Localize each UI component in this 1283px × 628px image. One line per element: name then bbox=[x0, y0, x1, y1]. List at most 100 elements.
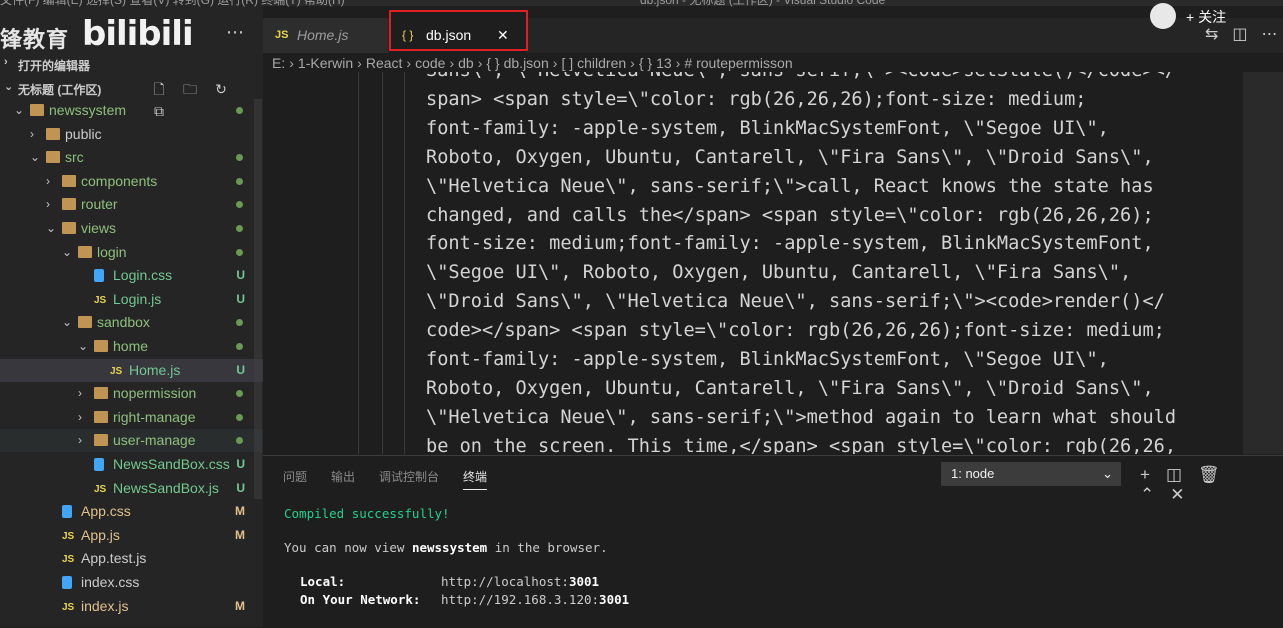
tree-item-label: NewsSandBox.css bbox=[113, 456, 230, 472]
tab-home-js[interactable]: JS Home.js bbox=[263, 18, 388, 53]
tree-item[interactable]: › nopermission bbox=[0, 382, 263, 405]
tree-item[interactable]: ⌄ login bbox=[0, 241, 263, 264]
follow-label[interactable]: + 关注 bbox=[1186, 7, 1226, 27]
split-terminal-icon[interactable]: ◫ bbox=[1166, 465, 1182, 484]
chevron-right-icon[interactable]: › bbox=[46, 193, 50, 216]
tree-item[interactable]: index.css bbox=[0, 571, 263, 594]
chevron-right-icon[interactable]: › bbox=[46, 170, 50, 193]
code-line: span> <span style=\"color: rgb(26,26,26)… bbox=[426, 88, 1087, 110]
tree-item-label: right-manage bbox=[113, 408, 196, 425]
js-file-icon: JS bbox=[110, 365, 123, 377]
tree-item-label: App.css bbox=[81, 503, 131, 520]
tab-debug-console[interactable]: 调试控制台 bbox=[379, 470, 439, 484]
tree-item[interactable]: › right-manage bbox=[0, 406, 263, 429]
js-file-icon: JS bbox=[62, 530, 75, 542]
breadcrumb-item[interactable]: 1-Kerwin bbox=[298, 55, 353, 71]
git-status-dot bbox=[236, 107, 243, 114]
tab-output[interactable]: 输出 bbox=[331, 470, 355, 484]
code-line: \"Helvetica Neue\", sans-serif;\">method… bbox=[426, 406, 1177, 428]
avatar bbox=[1150, 3, 1176, 29]
terminal-select[interactable]: 1: node ⌄ bbox=[941, 462, 1121, 486]
js-file-icon: JS bbox=[275, 29, 289, 41]
tree-item[interactable]: App.css M bbox=[0, 500, 263, 523]
code-line: changed, and calls the</span> <span styl… bbox=[426, 204, 1154, 226]
tree-item-label: index.css bbox=[81, 574, 140, 590]
sidebar-scrollbar[interactable] bbox=[254, 99, 262, 499]
breadcrumb-item[interactable]: children bbox=[577, 55, 626, 71]
breadcrumb-item[interactable]: 13 bbox=[656, 55, 672, 71]
tree-item[interactable]: ⌄ newssystem bbox=[0, 99, 263, 122]
chevron-right-icon: › bbox=[4, 56, 8, 68]
tree-item[interactable]: JS NewsSandBox.js U bbox=[0, 477, 263, 500]
breadcrumb-item[interactable]: db bbox=[458, 55, 474, 71]
git-status-badge: U bbox=[236, 362, 245, 377]
tree-item[interactable]: NewsSandBox.css U bbox=[0, 453, 263, 476]
tree-item[interactable]: JS index.js M bbox=[0, 595, 263, 618]
chevron-right-icon[interactable]: › bbox=[78, 382, 82, 405]
tree-item[interactable]: › components bbox=[0, 170, 263, 193]
git-status-badge: U bbox=[236, 268, 245, 283]
tree-item[interactable]: › user-manage bbox=[0, 429, 263, 453]
chevron-down-icon[interactable]: ⌄ bbox=[14, 99, 24, 122]
tab-terminal[interactable]: 终端 bbox=[463, 470, 488, 490]
breadcrumb-item[interactable]: [ ] bbox=[561, 55, 573, 71]
highlight-box bbox=[389, 10, 528, 51]
tree-item[interactable]: JS Login.js U bbox=[0, 288, 263, 311]
follow-widget[interactable]: + 关注 bbox=[1150, 3, 1283, 29]
tree-item-label: Login.js bbox=[113, 290, 162, 307]
tree-item[interactable]: ⌄ views bbox=[0, 217, 263, 240]
git-status-dot bbox=[236, 248, 243, 256]
tree-item[interactable]: ⌄ src bbox=[0, 146, 263, 169]
breadcrumb-item[interactable]: routepermisson bbox=[696, 55, 793, 71]
breadcrumb-item: › bbox=[630, 55, 635, 71]
breadcrumb-item[interactable]: # bbox=[684, 55, 692, 71]
bilibili-logo: bilibili bbox=[82, 14, 194, 54]
breadcrumb-item[interactable]: E: bbox=[272, 55, 285, 71]
git-status-badge: M bbox=[235, 527, 245, 542]
breadcrumb-item[interactable]: { } bbox=[486, 55, 499, 71]
tab-label: Home.js bbox=[297, 27, 349, 43]
tree-item-label: NewsSandBox.js bbox=[113, 479, 219, 496]
breadcrumb-item[interactable]: code bbox=[415, 55, 445, 71]
breadcrumb-item[interactable]: db.json bbox=[504, 55, 549, 71]
tree-item[interactable]: JS App.test.js bbox=[0, 547, 263, 570]
chevron-down-icon[interactable]: ⌄ bbox=[30, 146, 40, 169]
plus-icon[interactable]: + bbox=[1140, 465, 1150, 484]
tree-item[interactable]: ⌄ sandbox bbox=[0, 311, 263, 334]
window-title: db.json - 无标题 (工作区) - Visual Studio Code bbox=[640, 0, 886, 7]
chevron-down-icon[interactable]: ⌄ bbox=[62, 311, 72, 334]
tree-item-label: src bbox=[65, 149, 84, 166]
tree-item[interactable]: JS Home.js U bbox=[0, 358, 263, 382]
menu-items[interactable]: 文件(F) 编辑(E) 选择(S) 查看(V) 转到(G) 运行(R) 终端(T… bbox=[0, 0, 345, 8]
breadcrumb-item[interactable]: React bbox=[366, 55, 403, 71]
code-editor[interactable]: Sans\", \"Helvetica Neue\", sans-serif;\… bbox=[263, 72, 1283, 454]
chevron-up-icon[interactable]: ⌃ bbox=[1140, 485, 1154, 504]
tree-item[interactable]: Login.css U bbox=[0, 264, 263, 287]
chevron-down-icon[interactable]: ⌄ bbox=[78, 335, 88, 358]
tree-item[interactable]: › public bbox=[0, 123, 263, 146]
trash-icon[interactable]: 🗑 bbox=[1198, 465, 1220, 484]
chevron-right-icon[interactable]: › bbox=[30, 123, 34, 146]
tree-item[interactable]: › router bbox=[0, 193, 263, 216]
breadcrumb-item[interactable]: { } bbox=[639, 55, 652, 71]
git-status-dot bbox=[236, 343, 243, 350]
terminal-select-value: 1: node bbox=[951, 466, 995, 481]
chevron-right-icon[interactable]: › bbox=[78, 406, 82, 429]
tree-item[interactable]: JS App.js M bbox=[0, 524, 263, 547]
chevron-down-icon[interactable]: ⌄ bbox=[46, 217, 56, 240]
tab-problems[interactable]: 问题 bbox=[283, 470, 307, 484]
minimap[interactable] bbox=[1243, 72, 1283, 454]
code-line: be on the screen. This time,</span> <spa… bbox=[426, 435, 1177, 454]
refresh-icon[interactable]: ↻ bbox=[212, 81, 230, 98]
tree-item-label: App.js bbox=[81, 526, 120, 543]
git-status-dot bbox=[236, 154, 243, 162]
ellipsis-icon[interactable]: ⋯ bbox=[226, 22, 244, 43]
git-status-badge: M bbox=[235, 504, 245, 519]
open-editors-header[interactable]: › 打开的编辑器 bbox=[0, 53, 263, 75]
tree-item[interactable]: ⌄ home bbox=[0, 335, 263, 358]
js-file-icon: JS bbox=[94, 483, 107, 495]
close-icon[interactable]: ✕ bbox=[1170, 485, 1184, 504]
chevron-down-icon[interactable]: ⌄ bbox=[62, 241, 72, 264]
chevron-right-icon[interactable]: › bbox=[78, 429, 82, 452]
folder-icon bbox=[62, 174, 76, 187]
